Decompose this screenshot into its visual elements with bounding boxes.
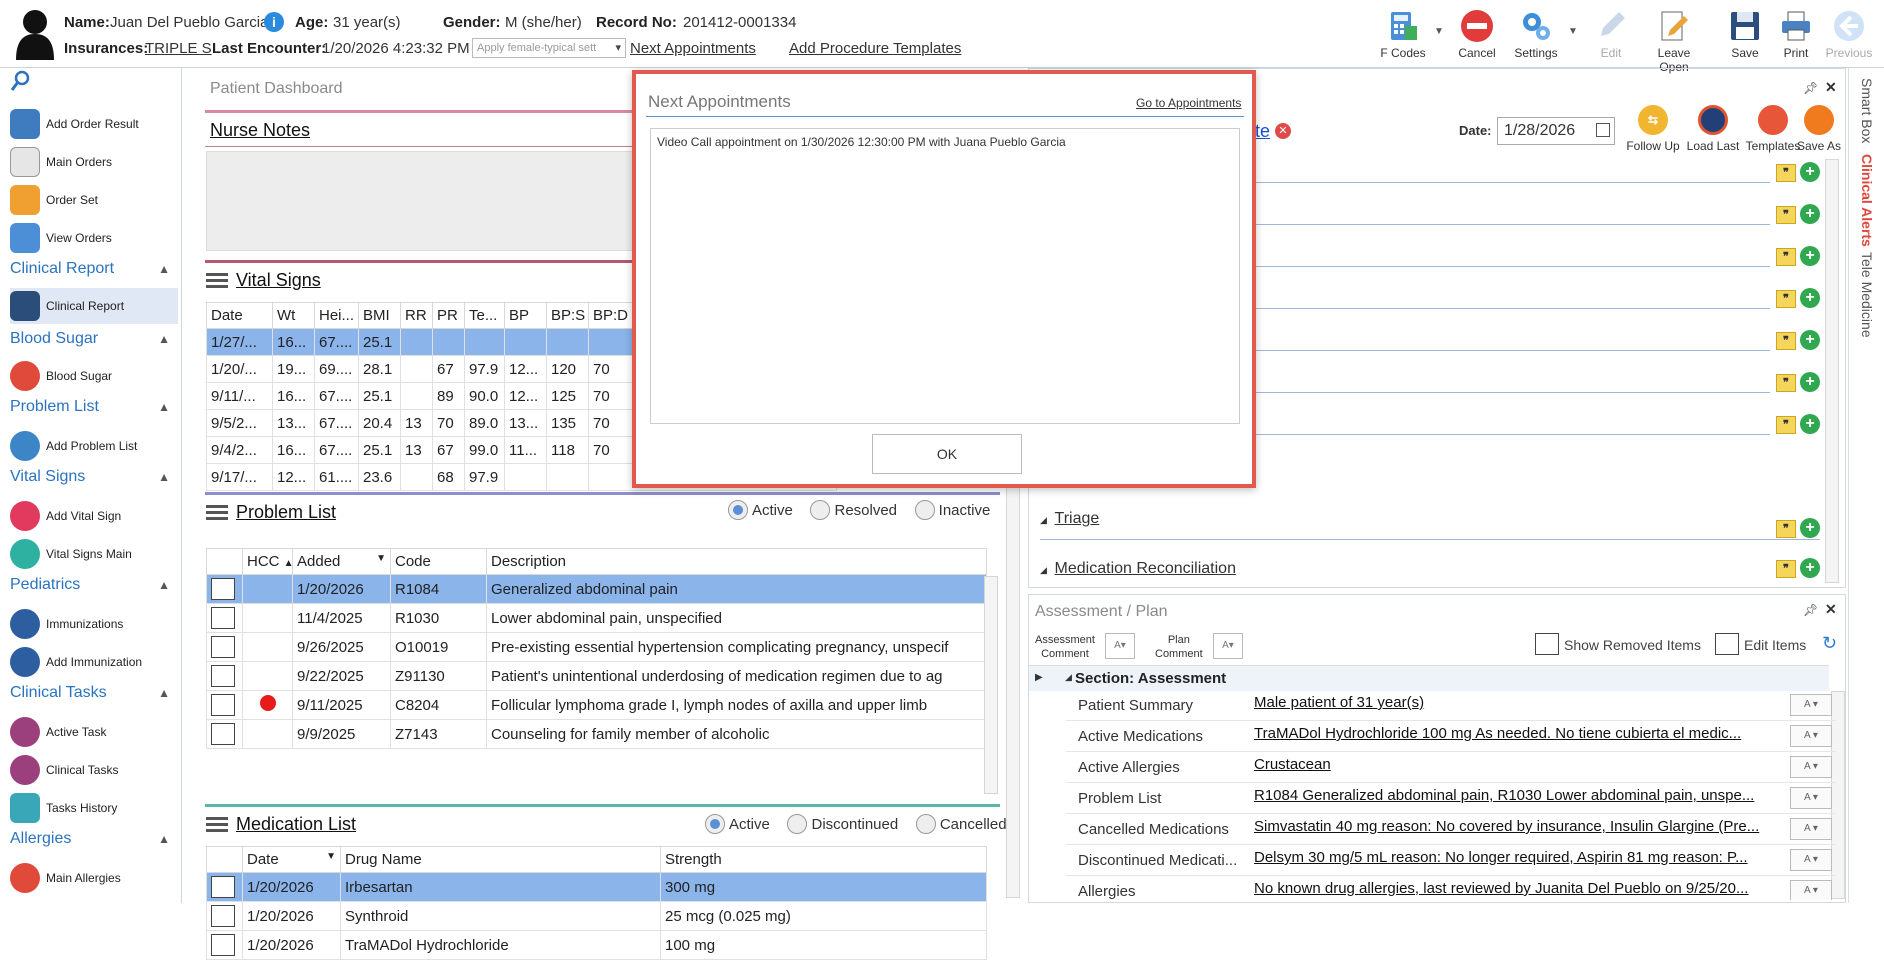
assessment-row: Problem List R1084 Generalized abdominal …: [1066, 783, 1836, 814]
assessment-row-value[interactable]: No known drug allergies, last reviewed b…: [1254, 880, 1784, 897]
dialog-title: Next Appointments: [648, 92, 791, 111]
comment-dropdown[interactable]: A ▾: [1790, 818, 1832, 840]
drug-name-cell: TraMADol Hydrochloride: [340, 930, 661, 960]
strength-cell: 100 mg: [660, 930, 987, 960]
date-cell: 1/20/2026: [242, 930, 341, 960]
assessment-row-value[interactable]: TraMADol Hydrochloride 100 mg As needed.…: [1254, 725, 1784, 742]
next-appointments-dialog: Next Appointments Go to Appointments Vid…: [632, 70, 1256, 488]
row-checkbox[interactable]: [211, 905, 235, 927]
assessment-row: Active Medications TraMADol Hydrochloride…: [1066, 721, 1836, 752]
comment-dropdown[interactable]: A ▾: [1790, 725, 1832, 747]
ok-button[interactable]: OK: [872, 434, 1022, 474]
comment-dropdown[interactable]: A ▾: [1790, 787, 1832, 809]
assessment-row-label: Allergies: [1078, 883, 1136, 900]
row-select-cell[interactable]: [206, 901, 243, 931]
table-row[interactable]: 1/20/2026 Synthroid 25 mcg (0.025 mg): [206, 901, 987, 931]
assessment-row-value[interactable]: R1084 Generalized abdominal pain, R1030 …: [1254, 787, 1784, 804]
row-select-cell[interactable]: [206, 930, 243, 960]
assessment-row-value[interactable]: Crustacean: [1254, 756, 1784, 773]
ok-label: OK: [936, 446, 958, 462]
assessment-row: Patient Summary Male patient of 31 year(s…: [1066, 690, 1836, 721]
assessment-row: Discontinued Medicati... Delsym 30 mg/5 m…: [1066, 845, 1836, 876]
strength-cell: 25 mcg (0.025 mg): [660, 901, 987, 931]
table-row[interactable]: 1/20/2026 TraMADol Hydrochloride 100 mg: [206, 930, 987, 960]
comment-dropdown[interactable]: A ▾: [1790, 880, 1832, 900]
comment-dropdown[interactable]: A ▾: [1790, 849, 1832, 871]
row-checkbox[interactable]: [211, 934, 235, 956]
assessment-row: Active Allergies Crustacean A ▾: [1066, 752, 1836, 783]
assessment-row-value[interactable]: Male patient of 31 year(s): [1254, 694, 1784, 711]
assessment-row-label: Cancelled Medications: [1078, 821, 1229, 838]
assessment-row-label: Active Allergies: [1078, 759, 1180, 776]
drug-name-cell: Synthroid: [340, 901, 661, 931]
assessment-row: Allergies No known drug allergies, last r…: [1066, 876, 1836, 900]
go-to-appointments-link[interactable]: Go to Appointments: [1136, 96, 1241, 110]
comment-dropdown[interactable]: A ▾: [1790, 756, 1832, 778]
appointments-list: Video Call appointment on 1/30/2026 12:3…: [650, 128, 1240, 424]
assessment-row-value[interactable]: Delsym 30 mg/5 mL reason: No longer requ…: [1254, 849, 1784, 866]
assessment-row-label: Discontinued Medicati...: [1078, 852, 1238, 869]
assessment-row: Cancelled Medications Simvastatin 40 mg r…: [1066, 814, 1836, 845]
comment-dropdown[interactable]: A ▾: [1790, 694, 1832, 716]
assessment-row-label: Active Medications: [1078, 728, 1204, 745]
date-cell: 1/20/2026: [242, 901, 341, 931]
assessment-row-label: Problem List: [1078, 790, 1162, 807]
appointment-item[interactable]: Video Call appointment on 1/30/2026 12:3…: [657, 135, 1066, 149]
assessment-row-value[interactable]: Simvastatin 40 mg reason: No covered by …: [1254, 818, 1784, 835]
assessment-row-label: Patient Summary: [1078, 697, 1194, 714]
